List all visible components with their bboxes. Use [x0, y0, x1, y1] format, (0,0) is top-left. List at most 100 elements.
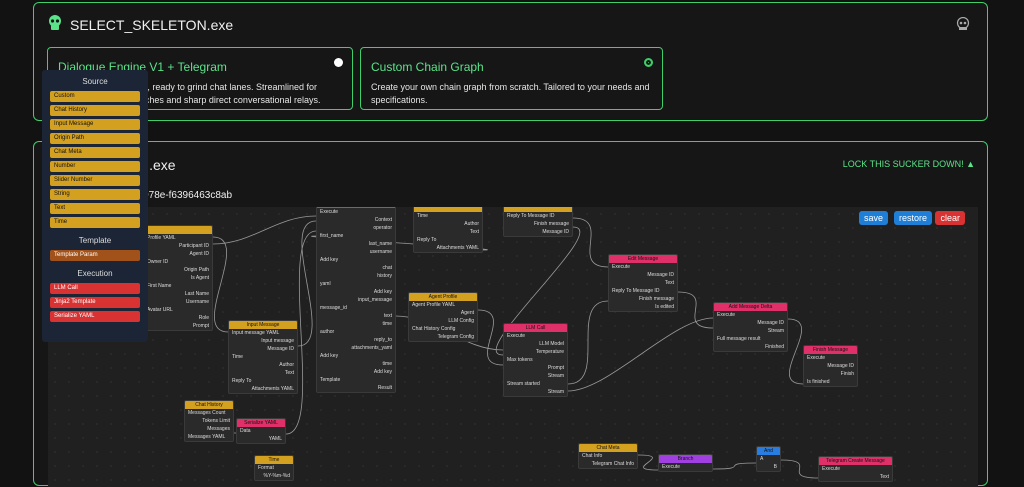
node-port[interactable]: Add key: [317, 288, 395, 296]
radio-unselected[interactable]: [334, 58, 343, 67]
node-port[interactable]: Execute: [504, 332, 567, 340]
node-port[interactable]: Text: [414, 228, 482, 236]
node-header[interactable]: LLM Call: [504, 324, 567, 332]
palette-item[interactable]: Jinja2 Template: [50, 297, 140, 308]
palette-item[interactable]: LLM Call: [50, 283, 140, 294]
node-port[interactable]: Stream: [504, 388, 567, 396]
palette-item[interactable]: Time: [50, 217, 140, 228]
node-port[interactable]: Execute: [317, 208, 395, 216]
node-port[interactable]: %Y-%m-%d: [255, 472, 293, 480]
node-port[interactable]: Owner ID: [144, 258, 212, 266]
node-port[interactable]: Max tokens: [504, 356, 567, 364]
node-port[interactable]: text: [317, 312, 395, 320]
node-port[interactable]: Execute: [804, 354, 857, 362]
palette-item[interactable]: Chat History: [50, 105, 140, 116]
node-port[interactable]: Result: [317, 384, 395, 392]
node-port[interactable]: LLM Model: [504, 340, 567, 348]
palette-item[interactable]: Origin Path: [50, 133, 140, 144]
graph-node[interactable]: Serialize YAML Data YAML: [236, 418, 286, 444]
node-port[interactable]: Messages: [185, 425, 233, 433]
graph-node[interactable]: And A B: [756, 446, 781, 472]
node-port[interactable]: Add key: [317, 352, 395, 360]
node-port[interactable]: Data: [237, 427, 285, 435]
node-port[interactable]: Stream: [504, 372, 567, 380]
node-port[interactable]: Execute: [609, 263, 677, 271]
node-port[interactable]: Participant ID: [144, 242, 212, 250]
graph-node[interactable]: Profile YAML Participant ID Agent ID Owner …: [143, 225, 213, 331]
node-header[interactable]: And: [757, 447, 780, 455]
graph-node[interactable]: Time Format %Y-%m-%d: [254, 455, 294, 481]
node-port[interactable]: history: [317, 272, 395, 280]
node-port[interactable]: author: [317, 328, 395, 336]
node-port[interactable]: Finish message: [504, 220, 572, 228]
node-port[interactable]: attachments_yaml: [317, 344, 395, 352]
node-port[interactable]: Message ID: [609, 271, 677, 279]
node-port[interactable]: Time: [414, 212, 482, 220]
node-port[interactable]: Message ID: [504, 228, 572, 236]
palette-item[interactable]: Serialize YAML: [50, 311, 140, 322]
graph-node[interactable]: Edit Message Execute Message ID Text Reply T…: [608, 254, 678, 312]
node-port[interactable]: Finished: [714, 343, 787, 351]
graph-canvas[interactable]: Profile YAML Participant ID Agent ID Owner …: [48, 207, 978, 487]
node-port[interactable]: Stream started: [504, 380, 567, 388]
node-port[interactable]: chat: [317, 264, 395, 272]
graph-node[interactable]: Chat History Messages Count Tokens Limit Me…: [184, 400, 234, 442]
node-header[interactable]: Chat History: [185, 401, 233, 409]
node-port[interactable]: Last Name: [144, 290, 212, 298]
graph-node[interactable]: Reply To Message ID Finish message Message…: [503, 207, 573, 237]
node-header[interactable]: Telegram Create Message: [819, 457, 892, 465]
node-port[interactable]: Role: [144, 314, 212, 322]
node-header[interactable]: Input Message: [229, 321, 297, 329]
node-port[interactable]: Execute: [819, 465, 892, 473]
node-port[interactable]: YAML: [237, 435, 285, 443]
node-port[interactable]: LLM Config: [409, 317, 477, 325]
node-header[interactable]: [144, 226, 212, 234]
node-port[interactable]: operator: [317, 224, 395, 232]
node-port[interactable]: Execute: [714, 311, 787, 319]
node-port[interactable]: A: [757, 455, 780, 463]
save-button[interactable]: save: [858, 211, 888, 225]
graph-node[interactable]: Telegram Create Message Execute Text: [818, 456, 893, 482]
node-port[interactable]: Full message result: [714, 335, 787, 343]
node-port[interactable]: Chat History Config: [409, 325, 477, 333]
node-port[interactable]: Attachments YAML: [229, 385, 297, 393]
node-port[interactable]: Agent ID: [144, 250, 212, 258]
node-port[interactable]: Author: [229, 361, 297, 369]
node-port[interactable]: Template: [317, 376, 395, 384]
node-port[interactable]: time: [317, 320, 395, 328]
node-port[interactable]: Finish: [804, 370, 857, 378]
palette-item[interactable]: Chat Meta: [50, 147, 140, 158]
node-port[interactable]: Message ID: [229, 345, 297, 353]
node-port[interactable]: Author: [414, 220, 482, 228]
graph-node[interactable]: Input Message Input message YAML Input mes…: [228, 320, 298, 394]
node-header[interactable]: Add Message Delta: [714, 303, 787, 311]
node-port[interactable]: Chat Info: [579, 452, 637, 460]
node-port[interactable]: Text: [229, 369, 297, 377]
node-port[interactable]: Agent Profile YAML: [409, 301, 477, 309]
node-header[interactable]: Branch: [659, 455, 712, 463]
node-port[interactable]: Message ID: [804, 362, 857, 370]
palette-item[interactable]: String: [50, 189, 140, 200]
graph-node[interactable]: Chat Meta Chat Info Telegram Chat Info: [578, 443, 638, 469]
graph-node[interactable]: Finish Message Execute Message ID Finish Is …: [803, 345, 858, 387]
graph-node[interactable]: Time Author Text Reply To Attachments YAML: [413, 207, 483, 253]
palette-item[interactable]: Text: [50, 203, 140, 214]
node-port[interactable]: Profile YAML: [144, 234, 212, 242]
palette-item[interactable]: Input Message: [50, 119, 140, 130]
node-header[interactable]: Edit Message: [609, 255, 677, 263]
toggle-panel-icon[interactable]: [955, 17, 971, 31]
node-port[interactable]: Messages YAML: [185, 433, 233, 441]
node-port[interactable]: Agent: [409, 309, 477, 317]
node-port[interactable]: Add key: [317, 368, 395, 376]
node-port[interactable]: input_message: [317, 296, 395, 304]
node-port[interactable]: Format: [255, 464, 293, 472]
node-port[interactable]: Reply To: [229, 377, 297, 385]
node-port[interactable]: time: [317, 360, 395, 368]
node-port[interactable]: Origin Path: [144, 266, 212, 274]
node-port[interactable]: First Name: [144, 282, 212, 290]
palette-item[interactable]: Number: [50, 161, 140, 172]
palette-item[interactable]: Slider Number: [50, 175, 140, 186]
palette-item[interactable]: Template Param: [50, 250, 140, 261]
graph-node[interactable]: Branch Execute: [658, 454, 713, 472]
node-port[interactable]: reply_to: [317, 336, 395, 344]
